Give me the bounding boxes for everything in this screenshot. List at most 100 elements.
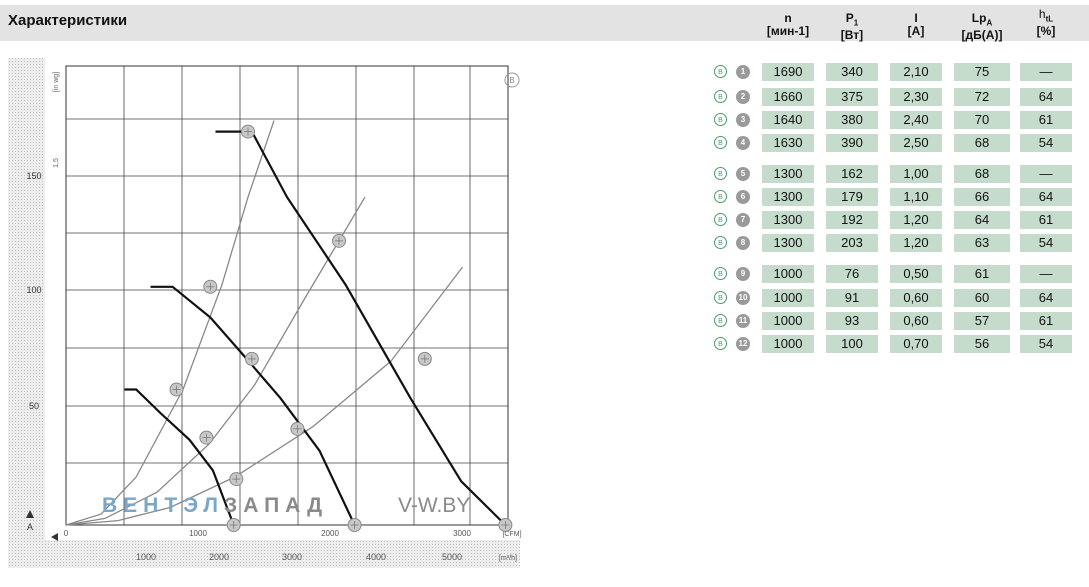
axis-glyph-a: A — [27, 522, 33, 532]
operating-point-number: 1 — [736, 65, 750, 79]
cell-i: 0,50 — [890, 265, 942, 283]
cell-p1: 76 — [826, 265, 878, 283]
cell-i: 2,10 — [890, 63, 942, 81]
watermark-brand-part2: ЗАПАД — [224, 494, 329, 517]
cell-n: 1640 — [762, 111, 814, 129]
cell-lpa: 56 — [954, 335, 1010, 353]
annotation-b-label: B — [509, 76, 514, 85]
cell-eta: 61 — [1020, 111, 1072, 129]
cell-n: 1300 — [762, 234, 814, 252]
cell-p1: 179 — [826, 188, 878, 206]
operating-point-number: 4 — [736, 136, 750, 150]
operating-point-number: 3 — [736, 113, 750, 127]
cell-n: 1300 — [762, 188, 814, 206]
y-tick-label: 50 — [29, 401, 39, 411]
cell-i: 1,20 — [890, 211, 942, 229]
cell-i: 2,40 — [890, 111, 942, 129]
cell-eta: 54 — [1020, 134, 1072, 152]
mark-b-icon: B — [714, 190, 727, 203]
col-head-i-symbol: I — [914, 11, 918, 25]
system-curve-1 — [65, 120, 275, 526]
cell-i: 0,70 — [890, 335, 942, 353]
cell-i: 0,60 — [890, 289, 942, 307]
cell-p1: 91 — [826, 289, 878, 307]
mark-b-icon: B — [714, 314, 727, 327]
mark-b-icon: B — [714, 213, 727, 226]
cell-eta: 64 — [1020, 289, 1072, 307]
cell-eta: 61 — [1020, 211, 1072, 229]
mark-b-icon: B — [714, 167, 727, 180]
watermark-brand: ВЕНТЭЛЗАПАД — [102, 494, 328, 518]
cell-lpa: 68 — [954, 165, 1010, 183]
cell-lpa: 63 — [954, 234, 1010, 252]
col-head-eta: htL [%] — [1020, 8, 1072, 38]
cell-i: 1,20 — [890, 234, 942, 252]
col-head-p1-sub: 1 — [853, 18, 859, 28]
x-tick-label-secondary: 5000 — [442, 552, 462, 562]
cell-lpa: 66 — [954, 188, 1010, 206]
x-tick-label-secondary: 3000 — [282, 552, 302, 562]
cell-i: 2,30 — [890, 88, 942, 106]
watermark-brand-part1: ВЕНТЭЛ — [102, 494, 225, 517]
cell-p1: 162 — [826, 165, 878, 183]
cell-n: 1000 — [762, 289, 814, 307]
col-head-eta-symbol: h — [1038, 7, 1046, 21]
cell-i: 1,10 — [890, 188, 942, 206]
cell-lpa: 60 — [954, 289, 1010, 307]
cell-eta: 54 — [1020, 335, 1072, 353]
y-tick-label: 100 — [26, 285, 41, 295]
cell-eta: 64 — [1020, 88, 1072, 106]
y-tick-inner-label: 1,5 — [53, 158, 60, 168]
x-tick-label-primary: 0 — [64, 529, 69, 538]
cell-lpa: 68 — [954, 134, 1010, 152]
operating-point-number: 5 — [736, 167, 750, 181]
mark-b-icon: B — [714, 337, 727, 350]
y-unit-label: [in wg] — [53, 72, 60, 92]
col-head-i: I [A] — [890, 12, 942, 38]
x-tick-label-secondary: 2000 — [209, 552, 229, 562]
cell-lpa: 70 — [954, 111, 1010, 129]
mark-b-icon: B — [714, 267, 727, 280]
col-head-n-unit: [мин-1] — [766, 24, 810, 38]
cell-eta: — — [1020, 63, 1072, 81]
cell-eta: — — [1020, 265, 1072, 283]
cell-i: 1,00 — [890, 165, 942, 183]
cell-n: 1000 — [762, 265, 814, 283]
cell-n: 1660 — [762, 88, 814, 106]
cell-n: 1690 — [762, 63, 814, 81]
cell-n: 1300 — [762, 211, 814, 229]
cell-p1: 380 — [826, 111, 878, 129]
x-tick-label-secondary: 4000 — [366, 552, 386, 562]
x-tick-label-secondary: 1000 — [136, 552, 156, 562]
operating-point-number: 10 — [736, 291, 750, 305]
mark-b-icon: B — [714, 136, 727, 149]
system-curve-3 — [65, 266, 464, 526]
operating-point-number: 11 — [736, 314, 750, 328]
cell-lpa: 75 — [954, 63, 1010, 81]
x-tick-label-primary: 2000 — [321, 529, 339, 538]
col-head-n-symbol: n — [784, 11, 792, 25]
cell-lpa: 72 — [954, 88, 1010, 106]
cell-n: 1300 — [762, 165, 814, 183]
cell-p1: 340 — [826, 63, 878, 81]
mark-b-icon: B — [714, 236, 727, 249]
operating-point-number: 9 — [736, 267, 750, 281]
cell-i: 2,50 — [890, 134, 942, 152]
cell-lpa: 57 — [954, 312, 1010, 330]
col-head-lpa-sub: A — [986, 18, 993, 28]
mark-b-icon: B — [714, 90, 727, 103]
cell-lpa: 61 — [954, 265, 1010, 283]
col-head-eta-unit: [%] — [1036, 24, 1056, 39]
cell-n: 1000 — [762, 335, 814, 353]
col-head-p1-unit: [Вт] — [840, 28, 864, 43]
cell-p1: 375 — [826, 88, 878, 106]
operating-point-number: 6 — [736, 190, 750, 204]
mark-b-icon: B — [714, 291, 727, 304]
col-head-lpa-symbol: Lp — [971, 11, 987, 25]
x-tick-label-primary: 3000 — [453, 529, 471, 538]
cell-i: 0,60 — [890, 312, 942, 330]
col-head-eta-sub: tL — [1045, 14, 1054, 24]
col-head-lpa-unit: [дБ(A)] — [961, 28, 1003, 43]
cell-eta: 61 — [1020, 312, 1072, 330]
col-head-p1-symbol: P — [845, 11, 854, 25]
